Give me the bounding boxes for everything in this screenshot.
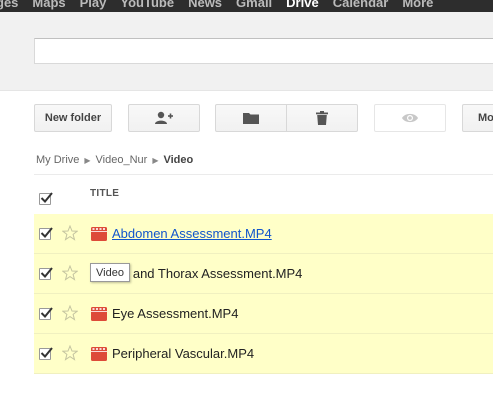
checkmark-icon	[40, 267, 53, 278]
nav-item-news[interactable]: News	[188, 0, 222, 10]
breadcrumb-my-drive[interactable]: My Drive	[36, 154, 79, 166]
delete-button[interactable]	[286, 104, 358, 132]
file-name[interactable]: Eye Assessment.MP4	[112, 306, 238, 321]
video-file-icon	[91, 347, 107, 361]
breadcrumb-video-nur[interactable]: Video_Nur	[96, 154, 148, 166]
google-bar: ges Maps Play YouTube News Gmail Drive Calendar…	[0, 0, 493, 12]
divider	[34, 174, 493, 175]
checkmark-icon	[40, 192, 53, 203]
nav-item-calendar[interactable]: Calendar	[333, 0, 389, 10]
trash-icon	[316, 111, 328, 125]
folder-icon	[243, 112, 259, 124]
row-checkbox[interactable]	[39, 267, 53, 280]
star-icon[interactable]	[62, 225, 78, 241]
breadcrumb: My Drive ▶ Video_Nur ▶ Video	[36, 154, 193, 166]
checkmark-icon	[40, 227, 53, 238]
nav-item-gmail[interactable]: Gmail	[236, 0, 272, 10]
nav-item-play[interactable]: Play	[80, 0, 107, 10]
nav-item-maps[interactable]: Maps	[32, 0, 65, 10]
nav-item-drive[interactable]: Drive	[286, 0, 319, 10]
star-icon[interactable]	[62, 345, 78, 361]
list-item[interactable]: Eye Assessment.MP4	[34, 294, 493, 334]
nav-item-youtube[interactable]: YouTube	[120, 0, 174, 10]
breadcrumb-arrow-icon: ▶	[152, 155, 159, 165]
row-checkbox[interactable]	[39, 347, 53, 360]
new-folder-button[interactable]: New folder	[34, 104, 112, 132]
list-header: TITLE	[34, 180, 493, 214]
file-name-link[interactable]: Abdomen Assessment.MP4	[112, 226, 272, 241]
file-name[interactable]: g and Thorax Assessment.MP4	[122, 266, 302, 281]
column-title[interactable]: TITLE	[90, 188, 119, 199]
file-name[interactable]: Peripheral Vascular.MP4	[112, 346, 254, 361]
checkmark-icon	[40, 307, 53, 318]
video-file-icon	[91, 307, 107, 321]
move-to-folder-button[interactable]	[215, 104, 287, 132]
add-person-icon	[154, 111, 174, 125]
file-type-tooltip: Video	[90, 263, 130, 282]
search-input[interactable]	[34, 38, 493, 64]
star-icon[interactable]	[62, 265, 78, 281]
checkmark-icon	[40, 347, 53, 358]
star-icon[interactable]	[62, 305, 78, 321]
select-all-checkbox[interactable]	[39, 192, 53, 205]
preview-button[interactable]	[374, 104, 446, 132]
list-item[interactable]: Peripheral Vascular.MP4	[34, 334, 493, 374]
video-file-icon	[91, 227, 107, 241]
google-bar-nav: ges Maps Play YouTube News Gmail Drive Calendar…	[0, 0, 447, 10]
share-button[interactable]	[128, 104, 200, 132]
more-button[interactable]: Mo	[462, 104, 493, 132]
row-checkbox[interactable]	[39, 227, 53, 240]
list-item[interactable]: Abdomen Assessment.MP4	[34, 214, 493, 254]
header	[0, 12, 493, 91]
eye-icon	[401, 112, 419, 124]
breadcrumb-arrow-icon: ▶	[84, 155, 91, 165]
nav-item-images[interactable]: ges	[0, 0, 18, 10]
breadcrumb-current: Video	[163, 154, 194, 166]
nav-item-more[interactable]: More	[402, 0, 433, 10]
more-label: Mo	[478, 112, 493, 124]
new-folder-label: New folder	[44, 112, 102, 124]
row-checkbox[interactable]	[39, 307, 53, 320]
